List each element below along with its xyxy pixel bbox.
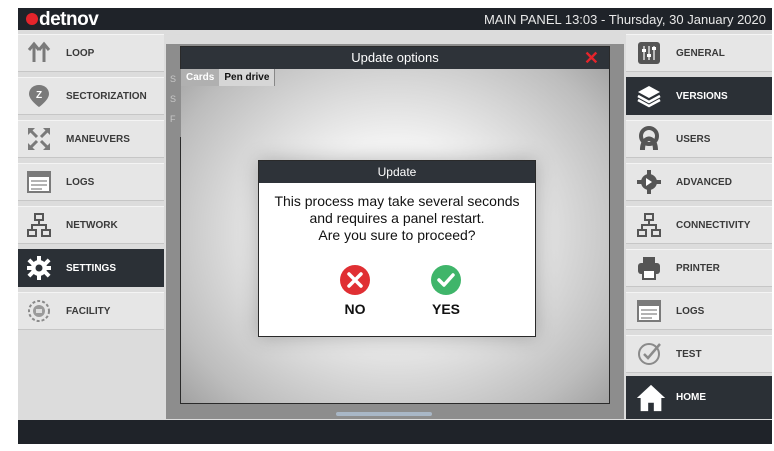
sectorization-icon: Z	[24, 81, 54, 111]
strip-letter: F	[170, 114, 176, 124]
right-menu: GENERAL VERSIONS USERS ADVANCED CONNECTI…	[626, 34, 772, 378]
close-icon[interactable]: ✕	[584, 48, 599, 68]
update-options-title: Update options	[351, 50, 439, 65]
facility-icon	[24, 296, 54, 326]
brand-logo: detnov	[26, 9, 99, 31]
menu-item-test[interactable]: TEST	[626, 335, 772, 373]
no-label: NO	[344, 301, 366, 317]
panel-screen: detnov MAIN PANEL 13:03 - Thursday, 30 J…	[18, 8, 772, 444]
menu-item-label: NETWORK	[66, 219, 118, 231]
menu-item-network[interactable]: NETWORK	[18, 206, 164, 244]
menu-item-connectivity[interactable]: CONNECTIVITY	[626, 206, 772, 244]
update-confirm-dialog: Update This process may take several sec…	[258, 160, 536, 337]
network-icon	[24, 210, 54, 240]
layers-icon	[634, 81, 664, 111]
cancel-x-icon	[340, 265, 370, 295]
home-label: HOME	[676, 392, 706, 403]
menu-item-settings[interactable]: SETTINGS	[18, 249, 164, 287]
menu-item-label: FACILITY	[66, 305, 111, 317]
status-text: MAIN PANEL 13:03 - Thursday, 30 January …	[483, 12, 766, 27]
menu-item-label: SETTINGS	[66, 262, 117, 274]
yes-label: YES	[431, 301, 460, 317]
menu-item-sectorization[interactable]: Z SECTORIZATION	[18, 77, 164, 115]
tab-pen-drive[interactable]: Pen drive	[219, 69, 276, 86]
update-tabs: Cards Pen drive	[181, 69, 276, 86]
gear-icon	[24, 253, 54, 283]
menu-item-logs[interactable]: LOGS	[18, 163, 164, 201]
menu-item-general[interactable]: GENERAL	[626, 34, 772, 72]
yes-button[interactable]: YES	[416, 265, 476, 317]
no-button[interactable]: NO	[325, 265, 385, 317]
dialog-message-line: and requires a panel restart.	[309, 210, 485, 226]
menu-item-maneuvers[interactable]: MANEUVERS	[18, 120, 164, 158]
menu-item-facility[interactable]: FACILITY	[18, 292, 164, 330]
menu-item-label: USERS	[676, 133, 711, 145]
horizontal-scrollbar[interactable]	[336, 412, 432, 416]
update-options-title-bar: Update options ✕	[181, 47, 609, 69]
menu-item-logs-right[interactable]: LOGS	[626, 292, 772, 330]
logs-icon	[24, 167, 54, 197]
home-icon	[634, 381, 668, 415]
logo-text: detnov	[39, 9, 99, 30]
menu-item-loop[interactable]: LOOP	[18, 34, 164, 72]
menu-item-label: LOGS	[66, 176, 95, 188]
general-icon	[634, 38, 664, 68]
menu-item-label: PRINTER	[676, 262, 720, 274]
menu-item-label: LOGS	[676, 305, 705, 317]
menu-item-label: VERSIONS	[676, 90, 728, 102]
strip-letter: S	[170, 74, 177, 84]
top-bar: detnov MAIN PANEL 13:03 - Thursday, 30 J…	[18, 8, 772, 30]
menu-item-label: LOOP	[66, 47, 95, 59]
maneuvers-icon	[24, 124, 54, 154]
menu-item-printer[interactable]: PRINTER	[626, 249, 772, 287]
users-icon	[634, 124, 664, 154]
menu-item-advanced[interactable]: ADVANCED	[626, 163, 772, 201]
menu-item-versions[interactable]: VERSIONS	[626, 77, 772, 115]
dialog-message: This process may take several seconds an…	[259, 193, 535, 244]
test-check-icon	[634, 339, 664, 369]
loop-icon	[24, 38, 54, 68]
left-menu: LOOP Z SECTORIZATION MANEUVERS LOGS NETW…	[18, 34, 164, 335]
strip-letter: S	[170, 94, 177, 104]
home-button[interactable]: HOME	[626, 376, 772, 419]
menu-item-label: CONNECTIVITY	[676, 219, 751, 231]
advanced-gear-icon	[634, 167, 664, 197]
printer-icon	[634, 253, 664, 283]
menu-item-label: ADVANCED	[676, 176, 732, 188]
logo-dot-icon	[26, 13, 38, 25]
confirm-check-icon	[431, 265, 461, 295]
menu-item-label: MANEUVERS	[66, 133, 130, 145]
svg-text:Z: Z	[36, 90, 42, 101]
menu-item-label: SECTORIZATION	[66, 90, 147, 102]
connectivity-icon	[634, 210, 664, 240]
dialog-title: Update	[259, 161, 535, 183]
menu-item-users[interactable]: USERS	[626, 120, 772, 158]
tab-cards[interactable]: Cards	[181, 69, 220, 86]
dialog-message-line: Are you sure to proceed?	[318, 227, 476, 243]
bottom-bar	[18, 420, 772, 444]
background-strip: S S F	[167, 69, 181, 137]
logs-icon	[634, 296, 664, 326]
dialog-message-line: This process may take several seconds	[274, 193, 520, 209]
menu-item-label: GENERAL	[676, 47, 725, 59]
menu-item-label: TEST	[676, 348, 702, 360]
